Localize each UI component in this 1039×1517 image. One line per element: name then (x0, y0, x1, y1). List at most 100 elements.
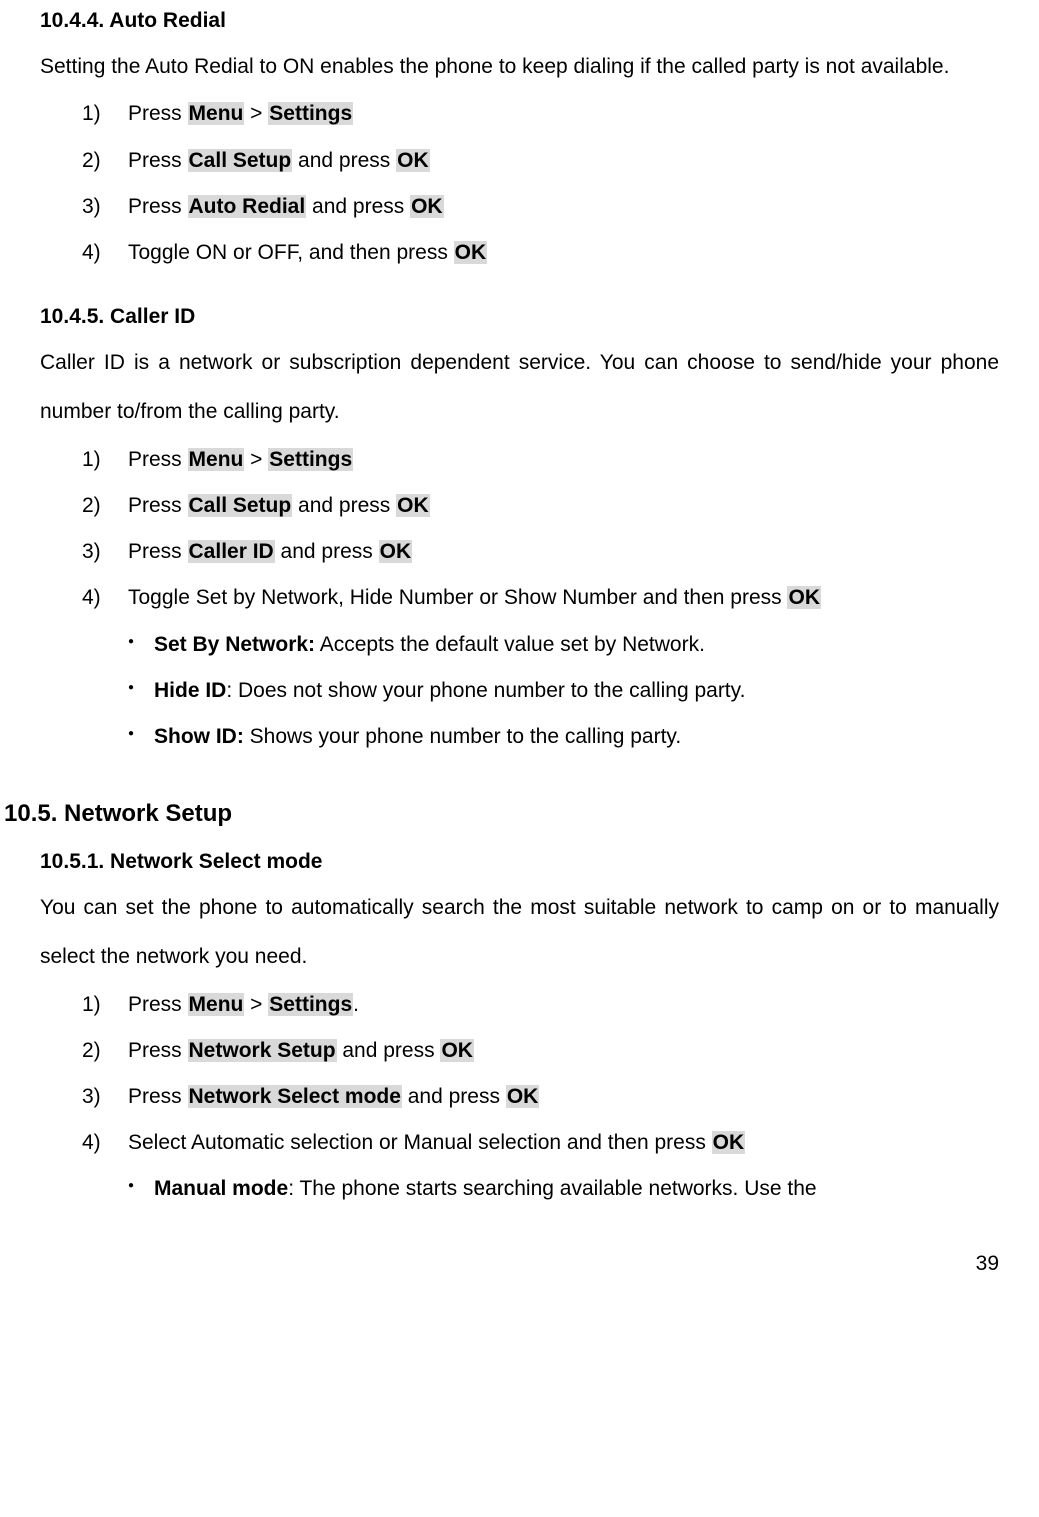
text: and press (306, 195, 410, 218)
para-1044: Setting the Auto Redial to ON enables th… (40, 42, 999, 91)
highlight: OK (379, 540, 413, 563)
list-item: 4) Toggle ON or OFF, and then press OK (82, 230, 999, 276)
list-item: 1) Press Menu > Settings (82, 437, 999, 483)
highlight: Settings (268, 102, 353, 125)
list-number: 3) (82, 1074, 128, 1120)
text: and press (337, 1039, 441, 1062)
list-content: Press Call Setup and press OK (128, 138, 999, 184)
bullet-item: ● Manual mode: The phone starts searchin… (128, 1166, 999, 1212)
bold-term: Manual mode (154, 1177, 288, 1200)
highlight: OK (410, 195, 444, 218)
list-item: 3) Press Network Select mode and press O… (82, 1074, 999, 1120)
bullet-icon: ● (128, 1166, 154, 1197)
list-item: 1) Press Menu > Settings. (82, 982, 999, 1028)
list-content: Toggle Set by Network, Hide Number or Sh… (128, 575, 999, 621)
list-content: Press Caller ID and press OK (128, 529, 999, 575)
text: . (353, 993, 359, 1016)
list-number: 3) (82, 184, 128, 230)
text: > (244, 102, 268, 125)
highlight: Menu (188, 102, 245, 125)
highlight: OK (396, 149, 430, 172)
text: Toggle Set by Network, Hide Number or Sh… (128, 586, 787, 609)
list-item: 4) Toggle Set by Network, Hide Number or… (82, 575, 999, 621)
text: Press (128, 1085, 188, 1108)
highlight: Auto Redial (188, 195, 307, 218)
highlight: Menu (188, 448, 245, 471)
list-content: Press Menu > Settings (128, 437, 999, 483)
list-item: 1) Press Menu > Settings (82, 91, 999, 137)
bullet-content: Hide ID: Does not show your phone number… (154, 668, 745, 714)
bold-term: Show ID: (154, 725, 244, 748)
heading-1044: 10.4.4. Auto Redial (40, 0, 999, 42)
list-item: 3) Press Caller ID and press OK (82, 529, 999, 575)
bullet-icon: ● (128, 714, 154, 745)
highlight: Settings (268, 448, 353, 471)
text: > (244, 448, 268, 471)
bullet-content: Show ID: Shows your phone number to the … (154, 714, 681, 760)
list-content: Press Menu > Settings. (128, 982, 999, 1028)
list-item: 2) Press Network Setup and press OK (82, 1028, 999, 1074)
highlight: Network Select mode (188, 1085, 402, 1108)
highlight: Caller ID (188, 540, 275, 563)
list-1051: 1) Press Menu > Settings. 2) Press Netwo… (40, 982, 999, 1167)
bold-term: Hide ID (154, 679, 226, 702)
highlight: Network Setup (188, 1039, 337, 1062)
list-content: Toggle ON or OFF, and then press OK (128, 230, 999, 276)
text: Press (128, 448, 188, 471)
text: and press (292, 494, 396, 517)
page-number: 39 (40, 1253, 999, 1274)
highlight: Menu (188, 993, 245, 1016)
list-item: 4) Select Automatic selection or Manual … (82, 1120, 999, 1166)
list-content: Press Network Select mode and press OK (128, 1074, 999, 1120)
list-number: 4) (82, 230, 128, 276)
highlight: Settings (268, 993, 353, 1016)
para-1045: Caller ID is a network or subscription d… (40, 338, 999, 437)
list-1045: 1) Press Menu > Settings 2) Press Call S… (40, 437, 999, 622)
text: Press (128, 1039, 188, 1062)
sublist-1045: ● Set By Network: Accepts the default va… (40, 622, 999, 761)
text: Select Automatic selection or Manual sel… (128, 1131, 712, 1154)
text: Press (128, 993, 188, 1016)
bullet-item: ● Set By Network: Accepts the default va… (128, 622, 999, 668)
list-number: 4) (82, 575, 128, 621)
list-item: 2) Press Call Setup and press OK (82, 138, 999, 184)
bullet-icon: ● (128, 668, 154, 699)
list-number: 1) (82, 982, 128, 1028)
highlight: Call Setup (188, 494, 293, 517)
bullet-icon: ● (128, 622, 154, 653)
bullet-item: ● Show ID: Shows your phone number to th… (128, 714, 999, 760)
list-number: 1) (82, 91, 128, 137)
heading-1051: 10.5.1. Network Select mode (40, 841, 999, 883)
heading-105: 10.5. Network Setup (4, 788, 999, 841)
list-number: 3) (82, 529, 128, 575)
text: Press (128, 540, 188, 563)
highlight: OK (440, 1039, 474, 1062)
text: Accepts the default value set by Network… (315, 633, 705, 656)
list-item: 2) Press Call Setup and press OK (82, 483, 999, 529)
list-number: 4) (82, 1120, 128, 1166)
list-content: Press Network Setup and press OK (128, 1028, 999, 1074)
text: Press (128, 195, 188, 218)
list-content: Press Menu > Settings (128, 91, 999, 137)
highlight: Call Setup (188, 149, 293, 172)
highlight: OK (506, 1085, 540, 1108)
highlight: OK (787, 586, 821, 609)
text: and press (275, 540, 379, 563)
bullet-content: Manual mode: The phone starts searching … (154, 1166, 817, 1212)
list-content: Select Automatic selection or Manual sel… (128, 1120, 999, 1166)
bullet-content: Set By Network: Accepts the default valu… (154, 622, 705, 668)
bullet-item: ● Hide ID: Does not show your phone numb… (128, 668, 999, 714)
highlight: OK (712, 1131, 746, 1154)
list-content: Press Auto Redial and press OK (128, 184, 999, 230)
bold-term: Set By Network: (154, 633, 315, 656)
sublist-1051: ● Manual mode: The phone starts searchin… (40, 1166, 999, 1212)
list-number: 2) (82, 483, 128, 529)
list-number: 1) (82, 437, 128, 483)
text: and press (402, 1085, 506, 1108)
text: : Does not show your phone number to the… (226, 679, 745, 702)
list-content: Press Call Setup and press OK (128, 483, 999, 529)
text: and press (292, 149, 396, 172)
text: Toggle ON or OFF, and then press (128, 241, 454, 264)
text: Press (128, 494, 188, 517)
text: Press (128, 149, 188, 172)
